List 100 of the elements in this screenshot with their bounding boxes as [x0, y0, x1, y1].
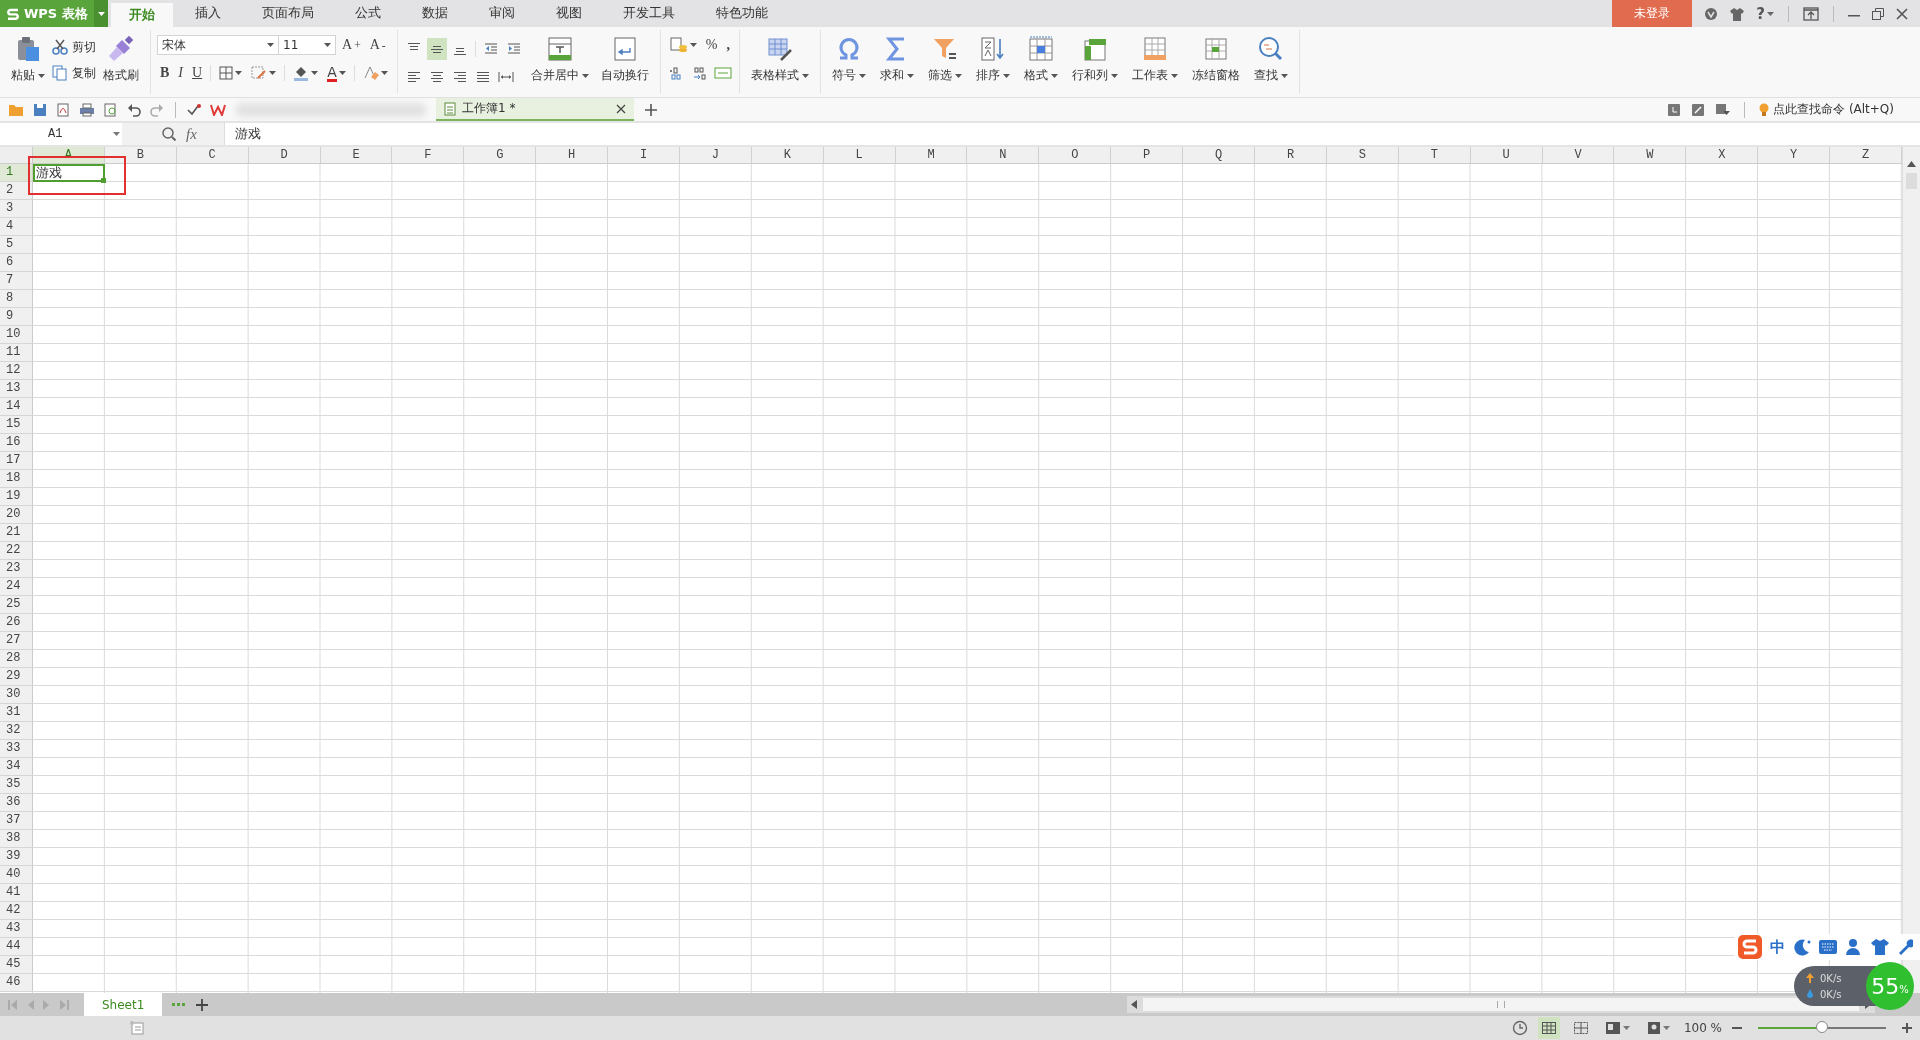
format-button[interactable]: 格式: [1018, 34, 1063, 86]
undo-icon[interactable]: [127, 102, 141, 117]
ribbon-tab[interactable]: 特色功能: [697, 0, 787, 27]
row-header[interactable]: 25: [0, 596, 33, 614]
worksheet-button[interactable]: 工作表: [1126, 34, 1183, 86]
row-header[interactable]: 16: [0, 434, 33, 452]
pdf-icon[interactable]: [56, 102, 70, 117]
sort-button[interactable]: 排序: [970, 34, 1015, 86]
align-middle-button[interactable]: [426, 38, 447, 60]
layout-icon[interactable]: [1716, 103, 1731, 116]
rows-columns-button[interactable]: 行和列: [1066, 34, 1123, 86]
row-header[interactable]: 7: [0, 272, 33, 290]
row-header[interactable]: 41: [0, 884, 33, 902]
ribbon-tab[interactable]: 视图: [537, 0, 601, 27]
column-header[interactable]: R: [1255, 147, 1327, 164]
column-header[interactable]: U: [1470, 147, 1543, 164]
row-header[interactable]: 35: [0, 776, 33, 794]
row-header[interactable]: 21: [0, 524, 33, 542]
row-header[interactable]: 24: [0, 578, 33, 596]
ribbon-tab[interactable]: 数据: [403, 0, 467, 27]
column-header[interactable]: G: [464, 147, 537, 164]
row-header[interactable]: 40: [0, 866, 33, 884]
column-header[interactable]: K: [751, 147, 824, 164]
row-header[interactable]: 5: [0, 236, 33, 254]
command-search-link[interactable]: 点此查找命令 (Alt+Q): [1759, 101, 1894, 118]
row-header[interactable]: 36: [0, 794, 33, 812]
add-sheet-icon[interactable]: [196, 998, 209, 1011]
function-label[interactable]: fx: [186, 125, 197, 143]
row-header[interactable]: 17: [0, 452, 33, 470]
column-header[interactable]: D: [248, 147, 321, 164]
percent-button[interactable]: %: [702, 34, 721, 56]
row-header[interactable]: 38: [0, 830, 33, 848]
row-header[interactable]: 9: [0, 308, 33, 326]
row-header[interactable]: 26: [0, 614, 33, 632]
row-header[interactable]: 37: [0, 812, 33, 830]
row-header[interactable]: 22: [0, 542, 33, 560]
comma-style-button[interactable]: ,: [723, 34, 733, 56]
formula-input[interactable]: 游戏: [224, 123, 1920, 145]
column-header[interactable]: Y: [1758, 147, 1831, 164]
row-header[interactable]: 31: [0, 704, 33, 722]
moon-icon[interactable]: [1793, 938, 1811, 956]
wrap-text-button[interactable]: 自动换行: [595, 34, 654, 86]
row-header[interactable]: 34: [0, 758, 33, 776]
column-header[interactable]: T: [1398, 147, 1471, 164]
row-header[interactable]: 23: [0, 560, 33, 578]
row-header[interactable]: 2: [0, 182, 33, 200]
row-header[interactable]: 45: [0, 956, 33, 974]
row-header[interactable]: 20: [0, 506, 33, 524]
sum-button[interactable]: 求和: [874, 34, 919, 86]
row-header[interactable]: 44: [0, 938, 33, 956]
row-header[interactable]: 13: [0, 380, 33, 398]
filter-button[interactable]: 筛选: [922, 34, 967, 86]
preview-icon[interactable]: [104, 102, 118, 117]
row-header[interactable]: 11: [0, 344, 33, 362]
zoom-slider-thumb[interactable]: [1816, 1021, 1828, 1033]
row-header[interactable]: 12: [0, 362, 33, 380]
ribbon-tab[interactable]: 开发工具: [604, 0, 694, 27]
column-header[interactable]: P: [1111, 147, 1184, 164]
name-box[interactable]: A1: [0, 123, 122, 145]
underline-button[interactable]: U: [189, 62, 206, 84]
note-icon[interactable]: [1692, 103, 1705, 116]
close-icon[interactable]: [616, 103, 626, 114]
checkmark-icon[interactable]: [187, 102, 201, 117]
column-header[interactable]: E: [320, 147, 393, 164]
paste-button[interactable]: 粘贴: [6, 34, 50, 86]
freeze-panes-button[interactable]: 冻结窗格: [1186, 34, 1245, 86]
row-header[interactable]: 39: [0, 848, 33, 866]
column-header[interactable]: I: [608, 147, 680, 164]
row-header[interactable]: 8: [0, 290, 33, 308]
history-icon[interactable]: [1668, 103, 1681, 116]
sogou-logo-icon[interactable]: [1738, 935, 1762, 959]
cut-button[interactable]: 剪切: [52, 37, 96, 57]
select-all-corner[interactable]: [0, 147, 33, 164]
column-header[interactable]: X: [1686, 147, 1759, 164]
row-header[interactable]: 42: [0, 902, 33, 920]
copy-button[interactable]: 复制: [52, 63, 96, 83]
row-header[interactable]: 46: [0, 974, 33, 992]
normal-view-button[interactable]: [1537, 1017, 1560, 1039]
row-header[interactable]: 6: [0, 254, 33, 272]
zoom-icon[interactable]: [162, 127, 176, 141]
close-icon[interactable]: [1896, 7, 1908, 20]
font-color-button[interactable]: A: [324, 62, 349, 84]
merge-center-button[interactable]: 合并居中: [525, 34, 594, 86]
row-header[interactable]: 27: [0, 632, 33, 650]
format-painter-button[interactable]: 格式刷: [98, 34, 144, 86]
history-clock-icon[interactable]: [1511, 1020, 1528, 1036]
vertical-scrollbar[interactable]: [1902, 147, 1920, 993]
row-header[interactable]: 18: [0, 470, 33, 488]
column-header[interactable]: H: [536, 147, 609, 164]
row-header[interactable]: 10: [0, 326, 33, 344]
font-name-dropdown[interactable]: 宋体: [157, 35, 279, 55]
row-header[interactable]: 14: [0, 398, 33, 416]
row-header[interactable]: 19: [0, 488, 33, 506]
column-header[interactable]: V: [1542, 147, 1615, 164]
more-dots-icon[interactable]: [172, 1002, 187, 1007]
w-logo-icon[interactable]: [210, 103, 226, 116]
shield-icon[interactable]: [1704, 6, 1719, 21]
row-header[interactable]: 43: [0, 920, 33, 938]
column-header[interactable]: C: [176, 147, 249, 164]
keyboard-icon[interactable]: [1819, 940, 1837, 954]
